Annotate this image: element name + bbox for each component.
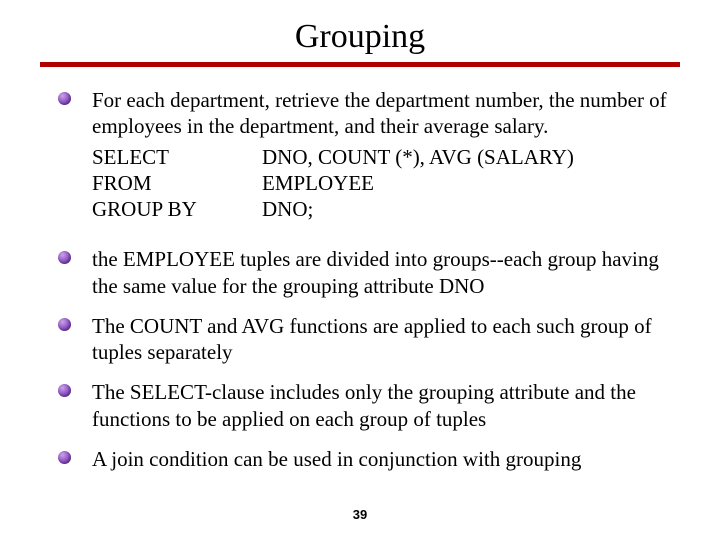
bullet-text: the EMPLOYEE tuples are divided into gro… — [92, 247, 659, 297]
sql-row: FROM EMPLOYEE — [92, 170, 670, 196]
sql-block: SELECT DNO, COUNT (*), AVG (SALARY) FROM… — [92, 144, 670, 223]
bullet-item: The COUNT and AVG functions are applied … — [58, 313, 670, 366]
bullet-text: A join condition can be used in conjunct… — [92, 447, 581, 471]
bullet-item: For each department, retrieve the depart… — [58, 87, 670, 222]
sql-keyword: SELECT — [92, 144, 262, 170]
slide-title: Grouping — [40, 18, 680, 56]
sql-value: EMPLOYEE — [262, 170, 374, 196]
page-number: 39 — [0, 507, 720, 522]
sql-keyword: GROUP BY — [92, 196, 262, 222]
sql-keyword: FROM — [92, 170, 262, 196]
bullet-item: The SELECT-clause includes only the grou… — [58, 379, 670, 432]
bullet-item: A join condition can be used in conjunct… — [58, 446, 670, 472]
bullet-text: The SELECT-clause includes only the grou… — [92, 380, 636, 430]
sql-value: DNO; — [262, 196, 313, 222]
bullet-item: the EMPLOYEE tuples are divided into gro… — [58, 246, 670, 299]
horizontal-rule — [40, 62, 680, 67]
bullet-text: The COUNT and AVG functions are applied … — [92, 314, 652, 364]
bullet-text: For each department, retrieve the depart… — [92, 88, 667, 138]
sql-value: DNO, COUNT (*), AVG (SALARY) — [262, 144, 574, 170]
sql-row: SELECT DNO, COUNT (*), AVG (SALARY) — [92, 144, 670, 170]
bullet-list: For each department, retrieve the depart… — [58, 87, 670, 472]
sql-row: GROUP BY DNO; — [92, 196, 670, 222]
slide: Grouping For each department, retrieve t… — [0, 0, 720, 540]
